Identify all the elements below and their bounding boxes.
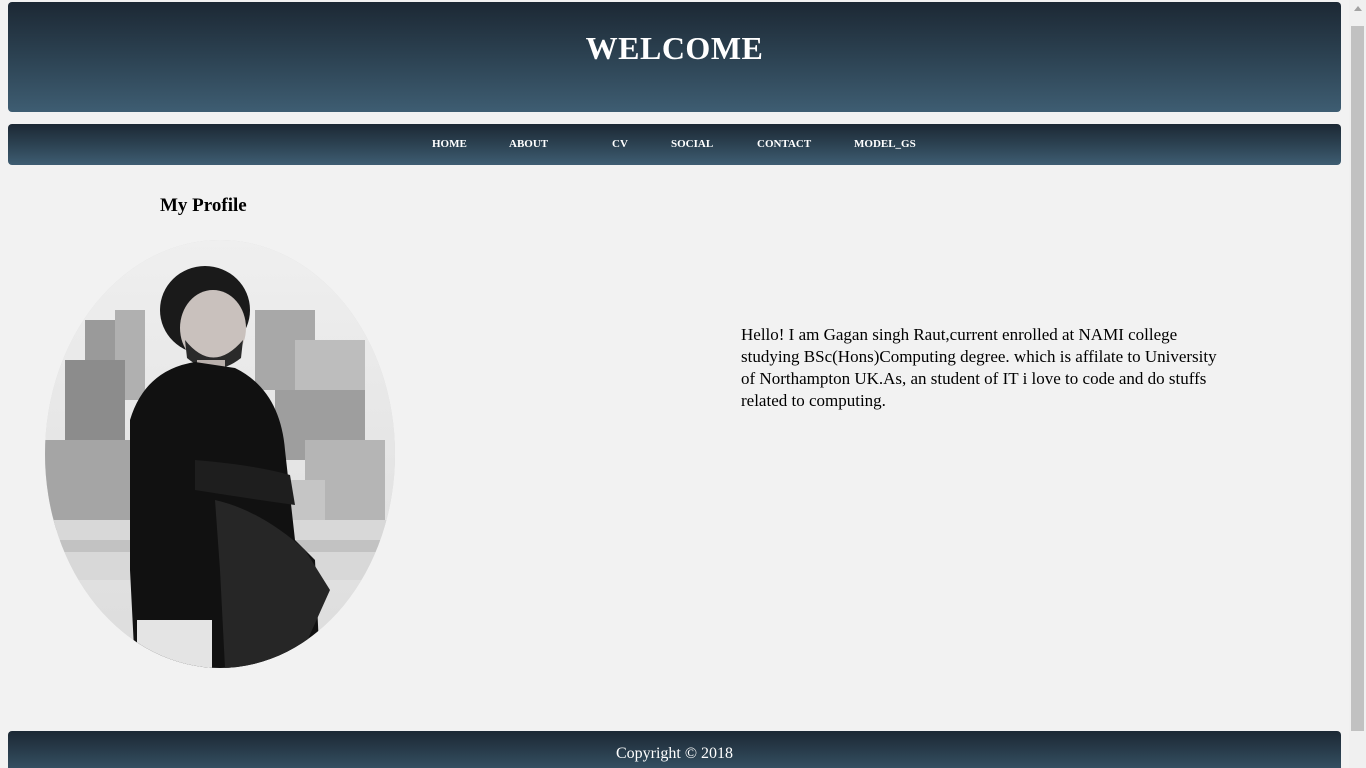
nav-item-about[interactable]: ABOUT	[509, 138, 548, 150]
site-header: WELCOME	[8, 2, 1341, 112]
nav-item-home[interactable]: HOME	[432, 138, 467, 150]
page-title: WELCOME	[585, 30, 764, 66]
copyright-text: Copyright © 2018	[615, 745, 734, 762]
vertical-scrollbar[interactable]	[1349, 0, 1366, 768]
nav-item-model-gs[interactable]: MODEL_GS	[854, 138, 916, 150]
profile-photo	[45, 240, 395, 668]
nav-item-cv[interactable]: CV	[612, 138, 628, 150]
nav-item-social[interactable]: SOCIAL	[671, 138, 713, 150]
profile-bio: Hello! I am Gagan singh Raut,current enr…	[741, 325, 1217, 410]
scrollbar-thumb[interactable]	[1351, 26, 1364, 731]
scroll-up-icon[interactable]	[1354, 6, 1362, 11]
nav-item-contact[interactable]: CONTACT	[757, 138, 811, 150]
profile-photo-image	[45, 240, 395, 668]
profile-heading: My Profile	[160, 195, 247, 216]
main-nav: HOME ABOUT CV SOCIAL CONTACT MODEL_GS	[8, 124, 1341, 165]
site-footer: Copyright © 2018	[8, 731, 1341, 768]
